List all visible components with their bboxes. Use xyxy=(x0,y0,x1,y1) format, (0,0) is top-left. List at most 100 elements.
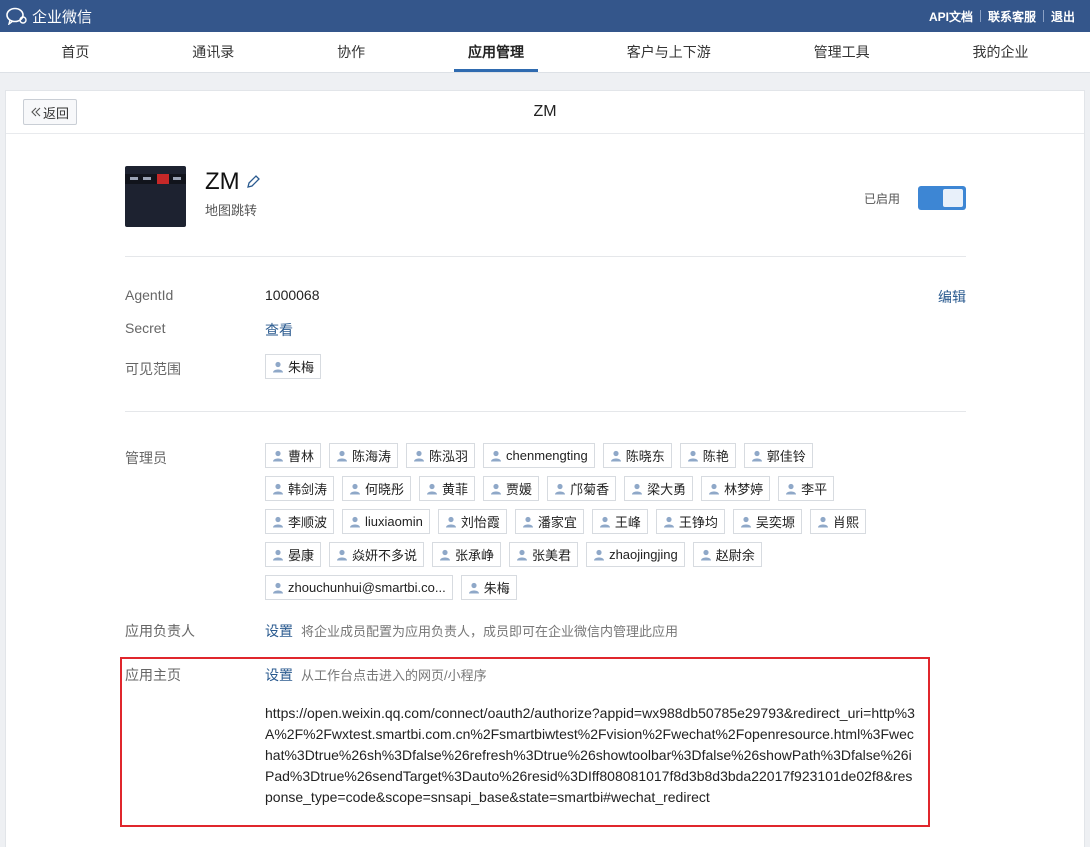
user-icon xyxy=(555,483,566,494)
admin-tag: 刘怡霞 xyxy=(437,509,507,534)
user-icon xyxy=(273,516,283,527)
admin-tag: 张承峥 xyxy=(432,542,502,567)
user-icon xyxy=(350,483,361,494)
admin-tag: chenmengting xyxy=(483,443,595,468)
admin-tag: 陈泓羽 xyxy=(406,443,476,468)
admin-tag: 赵尉余 xyxy=(692,542,762,567)
homepage-label: 应用主页 xyxy=(125,667,181,683)
nav-app-management[interactable]: 应用管理 xyxy=(453,32,538,72)
member-tag: 朱梅 xyxy=(265,354,322,379)
admin-name: 王峰 xyxy=(614,515,641,530)
admin-tag: 林梦婷 xyxy=(701,476,771,501)
user-icon xyxy=(491,483,502,494)
secret-label: Secret xyxy=(125,320,166,336)
enable-toggle[interactable] xyxy=(918,186,966,210)
admin-tag: 朱梅 xyxy=(460,575,517,600)
homepage-setting: 设置 从工作台点击进入的网页/小程序 xyxy=(265,665,487,685)
user-icon xyxy=(522,516,533,527)
admin-tag: 梁大勇 xyxy=(624,476,694,501)
admin-name: 陈海涛 xyxy=(352,449,392,464)
user-icon xyxy=(273,483,283,494)
user-icon xyxy=(273,450,283,461)
homepage-set-link[interactable]: 设置 xyxy=(265,667,293,683)
user-icon xyxy=(663,516,674,527)
user-icon xyxy=(273,361,283,372)
admin-tag: 贾媛 xyxy=(483,476,540,501)
homepage-url: https://open.weixin.qq.com/connect/oauth… xyxy=(265,705,915,805)
brand-name: 企业微信 xyxy=(32,8,93,26)
admin-tag: 陈晓东 xyxy=(602,443,672,468)
app-header: ZM 地图跳转 已启用 xyxy=(125,166,966,228)
visibility-tags: 朱梅 xyxy=(265,354,885,387)
double-chevron-left-icon xyxy=(31,105,41,120)
logout-link[interactable]: 退出 xyxy=(1044,8,1082,25)
admin-tag: 王峰 xyxy=(591,509,648,534)
user-icon xyxy=(632,483,643,494)
admin-name: 陈艳 xyxy=(702,449,729,464)
nav-contacts[interactable]: 通讯录 xyxy=(178,32,248,72)
api-docs-link[interactable]: API文档 xyxy=(922,8,980,25)
admin-name: 林梦婷 xyxy=(724,482,764,497)
pencil-icon[interactable] xyxy=(246,168,260,196)
app-status: 已启用 xyxy=(864,186,966,210)
admin-name: 何晓彤 xyxy=(365,482,405,497)
status-label: 已启用 xyxy=(863,191,900,206)
user-icon xyxy=(445,516,456,527)
admin-tag: 焱妍不多说 xyxy=(329,542,425,567)
admin-name: zhaojingjing xyxy=(609,547,678,562)
admin-name: 邝菊香 xyxy=(570,482,610,497)
nav-collaboration[interactable]: 协作 xyxy=(323,32,379,72)
user-icon xyxy=(751,450,762,461)
admin-tag: 郭佳铃 xyxy=(743,443,813,468)
admin-tag: 陈艳 xyxy=(679,443,736,468)
user-icon xyxy=(427,483,438,494)
user-icon xyxy=(440,549,451,560)
user-icon xyxy=(599,516,610,527)
admin-name: 贾媛 xyxy=(506,482,533,497)
admin-name: 焱妍不多说 xyxy=(352,548,418,563)
admin-tag: 何晓彤 xyxy=(342,476,412,501)
admin-tag: 晏康 xyxy=(265,542,322,567)
owner-set-link[interactable]: 设置 xyxy=(265,623,293,639)
admin-tag: 陈海涛 xyxy=(329,443,399,468)
admin-name: 李平 xyxy=(801,482,828,497)
user-icon xyxy=(700,549,711,560)
admin-name: 张美君 xyxy=(532,548,572,563)
user-icon xyxy=(350,516,361,527)
admin-name: liuxiaomin xyxy=(365,514,423,529)
app-thumbnail xyxy=(125,166,186,227)
admin-tag: 曹林 xyxy=(265,443,322,468)
panel-header: 返回 ZM xyxy=(6,91,1084,134)
back-label: 返回 xyxy=(43,105,70,121)
contact-support-link[interactable]: 联系客服 xyxy=(981,8,1043,25)
admin-name: 黄菲 xyxy=(442,482,469,497)
admin-tag: 王铮均 xyxy=(655,509,725,534)
edit-link[interactable]: 编辑 xyxy=(938,287,966,307)
admin-name: 郭佳铃 xyxy=(766,449,806,464)
nav-customers[interactable]: 客户与上下游 xyxy=(613,32,725,72)
user-icon xyxy=(468,582,479,593)
admin-name: 陈晓东 xyxy=(625,449,665,464)
admin-name: 张承峥 xyxy=(455,548,495,563)
user-icon xyxy=(337,549,348,560)
nav-management-tools[interactable]: 管理工具 xyxy=(800,32,884,72)
user-icon xyxy=(594,549,605,560)
admin-tag: zhaojingjing xyxy=(586,542,685,567)
nav-home[interactable]: 首页 xyxy=(47,32,103,72)
owner-label: 应用负责人 xyxy=(125,623,195,639)
back-button[interactable]: 返回 xyxy=(23,99,78,125)
user-icon xyxy=(817,516,828,527)
top-links: API文档 联系客服 退出 xyxy=(922,8,1082,25)
agentid-label: AgentId xyxy=(125,287,174,303)
view-secret-link[interactable]: 查看 xyxy=(265,320,293,340)
admin-tag: 李顺波 xyxy=(265,509,335,534)
admin-name: 梁大勇 xyxy=(647,482,687,497)
user-icon xyxy=(687,450,698,461)
admin-name: 李顺波 xyxy=(288,515,328,530)
user-icon xyxy=(517,549,528,560)
admin-name: 刘怡霞 xyxy=(460,515,500,530)
admin-name: chenmengting xyxy=(506,448,588,463)
user-icon xyxy=(414,450,425,461)
brand[interactable]: 企业微信 xyxy=(6,6,92,27)
nav-my-enterprise[interactable]: 我的企业 xyxy=(958,32,1042,72)
